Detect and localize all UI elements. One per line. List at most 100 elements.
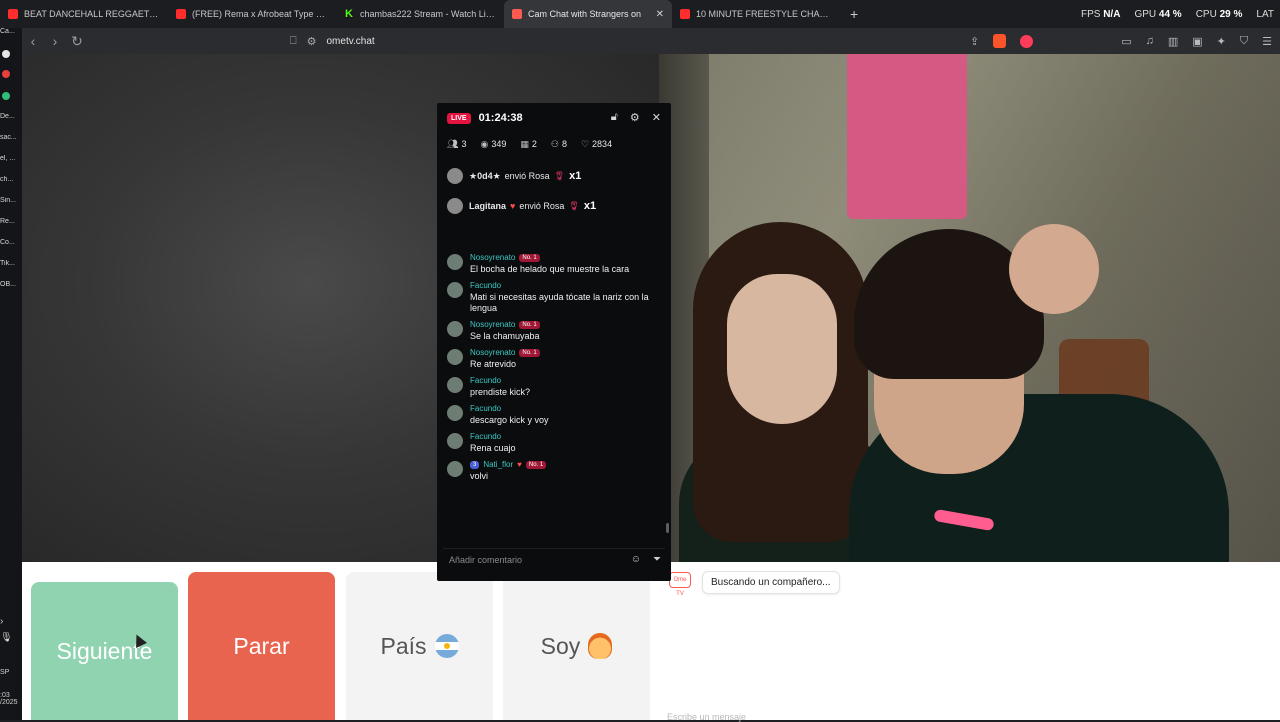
sidebar-item[interactable]: el, ...	[0, 155, 22, 162]
likes-stat: ♡ 2834	[581, 139, 612, 150]
language-indicator: SP	[0, 669, 10, 676]
sidebar-item[interactable]: Sin...	[0, 197, 22, 204]
settings-icon[interactable]: ⚙	[630, 111, 640, 124]
avatar	[447, 254, 463, 270]
share-icon[interactable]: ⇪	[970, 35, 979, 48]
stream-timer: 01:24:38	[478, 112, 523, 124]
tab-title: chambas222 Stream - Watch Live on	[360, 9, 496, 19]
emoji-icon[interactable]: ☺	[631, 554, 641, 565]
music-icon[interactable]: ♫	[1146, 35, 1154, 47]
sidebar-toggle-icon[interactable]: ▥	[1168, 35, 1178, 48]
views-count: 349	[491, 139, 507, 149]
app-icon[interactable]	[2, 50, 10, 58]
chevron-right-icon[interactable]: ›	[0, 616, 22, 627]
video-person-face	[727, 274, 837, 424]
users-icon: 👥︎	[447, 139, 459, 149]
tab-title: BEAT DANCEHALL REGGAETON | Pist	[24, 9, 160, 19]
url-field[interactable]: ⎕ ⚙ ometv.chat	[290, 28, 375, 54]
vpn-icon[interactable]: ⛉	[1240, 35, 1248, 48]
close-tab-icon[interactable]: ✕	[656, 9, 664, 20]
sidebar-item[interactable]: Co...	[0, 239, 22, 246]
heart-emoji-icon: ♥	[510, 201, 516, 211]
sidebar-item[interactable]: Re...	[0, 218, 22, 225]
chat-controls: Siguiente Parar País Soy	[22, 562, 659, 720]
tab-rema-afrobeat[interactable]: (FREE) Rema x Afrobeat Type Beat - "	[168, 0, 336, 28]
rewards-icon[interactable]	[1020, 34, 1034, 48]
bookmark-icon[interactable]: ⎕	[290, 35, 297, 48]
cpu-label: CPU	[1195, 8, 1217, 20]
followers-icon: ⚇	[550, 139, 559, 149]
wallet-icon[interactable]: ▣	[1192, 35, 1202, 48]
sidebar-item[interactable]: OB...	[0, 281, 22, 288]
avatar	[447, 321, 463, 337]
site-settings-icon[interactable]: ⚙	[307, 35, 317, 48]
youtube-icon	[176, 9, 186, 19]
username: Nosoyrenato	[470, 253, 516, 262]
sidebar-item[interactable]: Ca...	[0, 28, 22, 35]
stop-button[interactable]: Parar	[188, 572, 335, 720]
gpu-value: 44 %	[1158, 8, 1182, 20]
url-text[interactable]: ometv.chat	[326, 36, 374, 47]
chat-messages: Nosoyrenato No. 1 El bocha de helado que …	[437, 253, 671, 533]
chat-text: Re atrevido	[470, 359, 517, 369]
message-input[interactable]: Escribe un mensaje	[667, 712, 746, 722]
chat-message: Facundo prendiste kick?	[437, 376, 671, 398]
app-icon[interactable]	[2, 70, 10, 78]
system-stats: FPS N/A GPU 44 % CPU 29 % LAT	[1081, 0, 1280, 28]
sidebar-item[interactable]: sac...	[0, 134, 22, 141]
country-button[interactable]: País	[346, 572, 493, 720]
chat-text: Mati si necesitas ayuda tócate la nariz …	[470, 292, 649, 313]
level-badge: 3	[470, 460, 480, 469]
eye-icon: ◉	[480, 139, 489, 149]
tab-title: 10 MINUTE FREESTYLE CHALLENGE!	[696, 9, 832, 19]
filter-icon[interactable]: ⏷	[653, 554, 661, 565]
cast-icon[interactable]: ▭	[1121, 35, 1131, 48]
lock-icon[interactable]: 🔓︎	[611, 111, 618, 124]
ometv-logo: Ome TV	[669, 572, 691, 597]
tab-beat-dancehall[interactable]: BEAT DANCEHALL REGGAETON | Pist	[0, 0, 168, 28]
clock-time: :03	[0, 692, 10, 699]
gpu-stat: GPU 44 %	[1134, 9, 1181, 20]
rose-icon: 🌹︎	[553, 170, 566, 181]
next-button[interactable]: Siguiente	[31, 582, 178, 720]
likes-count: 2834	[592, 139, 613, 149]
menu-icon[interactable]: ☰	[1262, 35, 1272, 48]
gender-button[interactable]: Soy	[503, 572, 650, 720]
avatar	[447, 405, 463, 421]
rank-badge: No. 1	[519, 253, 540, 262]
chat-text: El bocha de helado que muestre la cara	[470, 264, 630, 274]
rank-badge: No. 1	[519, 320, 540, 329]
video-towel	[847, 54, 967, 219]
overlay-controls: 🔓︎ ⚙ ✕	[611, 111, 661, 124]
heart-emoji-icon: ♥	[517, 460, 522, 469]
tab-kick-stream[interactable]: K chambas222 Stream - Watch Live on	[336, 0, 504, 28]
reload-icon[interactable]: ↻	[66, 33, 88, 50]
brave-shields-icon[interactable]	[993, 34, 1007, 48]
stream-stats: 👥︎ 3 ◉ 349 ▦ 2 ⚇ 8 ♡ 2834	[447, 139, 612, 150]
gift-sender: ★0d4★	[469, 170, 501, 181]
sidebar-item[interactable]: ch...	[0, 176, 22, 183]
gender-label: Soy	[540, 632, 581, 659]
youtube-icon	[680, 9, 690, 19]
tab-ometv[interactable]: Cam Chat with Strangers on ✕	[504, 0, 672, 28]
chat-message: Nosoyrenato No. 1 El bocha de helado que …	[437, 253, 671, 275]
sidebar-item[interactable]: De...	[0, 113, 22, 120]
followers-stat: ⚇ 8	[551, 139, 567, 150]
app-icon[interactable]	[2, 92, 10, 100]
chat-message: Nosoyrenato No. 1 Se la chamuyaba	[437, 320, 671, 342]
chat-scrollbar[interactable]	[666, 523, 669, 533]
comment-input[interactable]: Añadir comentario ☺ ⏷	[443, 548, 665, 570]
gift-notification: ★0d4★ envió Rosa 🌹︎ x1	[447, 168, 581, 184]
back-icon[interactable]: ‹	[22, 33, 44, 49]
close-icon[interactable]: ✕	[652, 111, 661, 124]
new-tab-button[interactable]: +	[850, 6, 858, 22]
rose-icon: 🌹︎	[568, 200, 580, 211]
sidebar-item[interactable]: Tik...	[0, 260, 22, 267]
forward-icon[interactable]: ›	[44, 33, 66, 49]
leo-ai-icon[interactable]: ✦	[1217, 35, 1226, 48]
tab-freestyle-challenge[interactable]: 10 MINUTE FREESTYLE CHALLENGE!	[672, 0, 840, 28]
fps-stat: FPS N/A	[1081, 9, 1120, 20]
chat-username: Nosoyrenato No. 1	[470, 348, 671, 357]
chat-message: Facundo Mati si necesitas ayuda tócate l…	[437, 281, 671, 314]
microphone-icon[interactable]: 🎙	[0, 632, 22, 643]
